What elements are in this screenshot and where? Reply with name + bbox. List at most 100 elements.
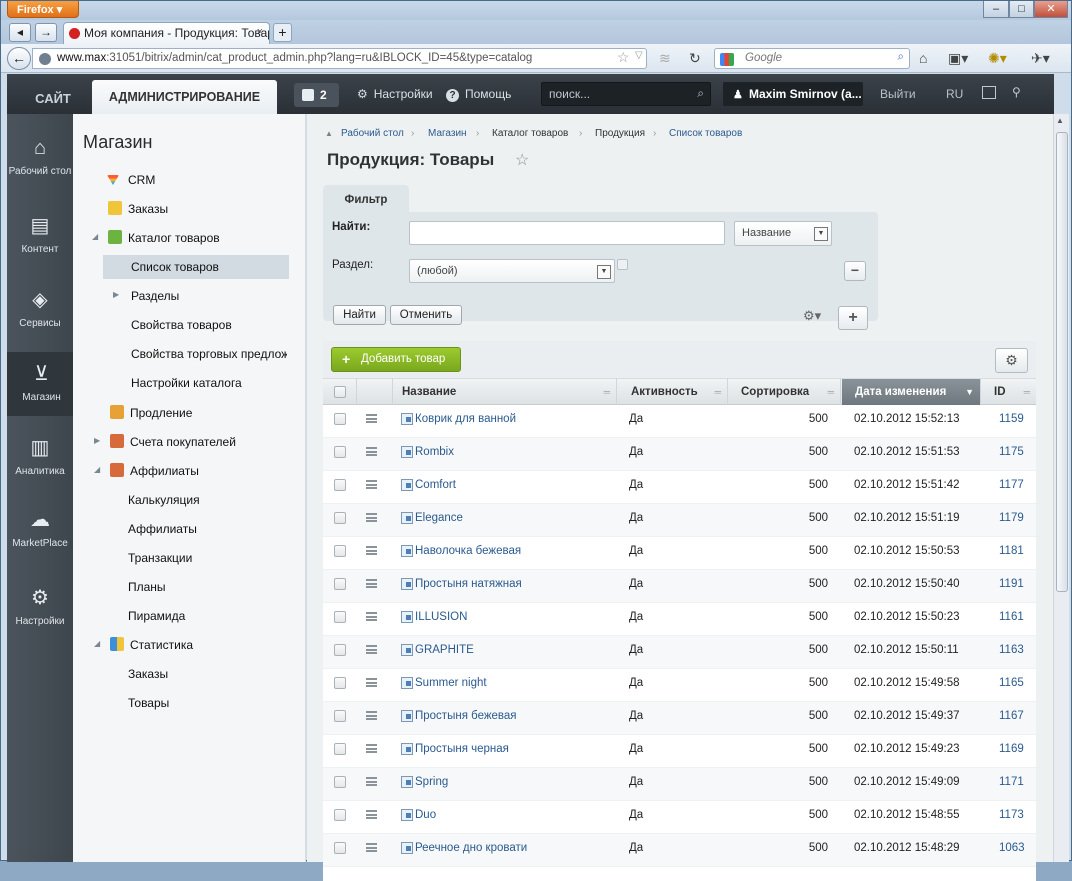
scrollbar-thumb[interactable] [1056,132,1068,592]
back-button[interactable]: ← [7,47,31,70]
find-button[interactable]: Найти [333,305,386,325]
row-actions-menu-icon[interactable] [366,645,377,654]
product-name-link[interactable]: Коврик для ванной [415,405,516,434]
row-actions-menu-icon[interactable] [366,513,377,522]
forward-button[interactable]: → [35,23,57,42]
row-checkbox[interactable] [334,446,346,458]
row-checkbox[interactable] [334,479,346,491]
minimize-button[interactable]: – [983,1,1009,18]
column-active[interactable]: Активность ═ [617,379,728,405]
product-name-link[interactable]: GRAPHITE [415,636,474,665]
section-checkbox[interactable] [617,259,628,270]
breadcrumb-products[interactable]: Продукция [595,128,645,139]
product-name-link[interactable]: Duo [415,801,436,830]
product-name-link[interactable]: Простыня черная [415,735,509,764]
expanded-arrow-icon[interactable]: ◢ [92,232,98,241]
filter-settings-gear-icon[interactable]: ⚙▾ [803,308,821,324]
product-name-link[interactable]: Простыня натяжная [415,570,522,599]
row-checkbox[interactable] [334,710,346,722]
table-row[interactable]: Comfort Да 500 02.10.2012 15:51:42 1177 [323,471,1036,504]
table-row[interactable]: Elegance Да 500 02.10.2012 15:51:19 1179 [323,504,1036,537]
maximize-button[interactable]: □ [1009,1,1034,18]
breadcrumb-product-list[interactable]: Список товаров [669,128,742,139]
submenu-item-product-properties[interactable]: Свойства товаров [131,318,232,332]
product-edit-icon[interactable] [401,512,413,524]
url-bar[interactable]: www.max:31051/bitrix/admin/cat_product_a… [32,48,647,69]
add-filter-button[interactable]: + [838,306,868,330]
product-edit-icon[interactable] [401,644,413,656]
product-name-link[interactable]: Comfort [415,471,456,500]
breadcrumb-catalog[interactable]: Каталог товаров [492,128,568,139]
firefox-menu-button[interactable]: Firefox ▾ [7,1,79,18]
submenu-item-pyramid[interactable]: Пирамида [128,609,185,623]
window-icon[interactable] [982,86,996,99]
left-menu-marketplace[interactable]: ☁ MarketPlace [7,508,73,549]
breadcrumb-desktop[interactable]: Рабочий стол [341,128,404,139]
product-edit-icon[interactable] [401,710,413,722]
bookmarks-icon[interactable]: ▣▾ [948,50,968,67]
product-name-link[interactable]: ILLUSION [415,603,467,632]
product-name-link[interactable]: Rombix [415,438,454,467]
table-row[interactable]: Простыня бежевая Да 500 02.10.2012 15:49:37… [323,702,1036,735]
table-row[interactable]: Rombix Да 500 02.10.2012 15:51:53 1175 [323,438,1036,471]
column-name[interactable]: Название ═ [393,379,617,405]
submenu-item-affiliates[interactable]: ◢ Аффилиаты [94,463,199,478]
product-edit-icon[interactable] [401,446,413,458]
left-menu-content[interactable]: ▤ Контент [7,214,73,255]
submenu-item-sections[interactable]: ▶ Разделы [113,289,179,303]
menu-icon[interactable]: ✈▾ [1031,50,1050,67]
product-edit-icon[interactable] [401,545,413,557]
product-edit-icon[interactable] [401,842,413,854]
product-name-link[interactable]: Реечное дно кровати [415,834,527,863]
product-edit-icon[interactable] [401,611,413,623]
collapsed-arrow-icon[interactable]: ▶ [94,436,100,445]
new-tab-button[interactable]: + [273,23,292,42]
admin-tab[interactable]: АДМИНИСТРИРОВАНИЕ [92,80,277,114]
product-name-link[interactable]: Elegance [415,504,463,533]
breadcrumb-shop[interactable]: Магазин [428,128,467,139]
row-checkbox[interactable] [334,842,346,854]
tab-close-icon[interactable]: × [257,26,263,38]
row-actions-menu-icon[interactable] [366,612,377,621]
row-checkbox[interactable] [334,809,346,821]
reload-icon[interactable]: ↻ [689,50,701,67]
pin-icon[interactable]: ⚲ [1012,85,1021,99]
collapsed-arrow-icon[interactable]: ▶ [113,290,119,299]
row-actions-menu-icon[interactable] [366,777,377,786]
left-menu-services[interactable]: ◈ Сервисы [7,288,73,329]
product-edit-icon[interactable] [401,743,413,755]
product-id-link[interactable]: 1161 [999,603,1024,632]
row-checkbox[interactable] [334,545,346,557]
user-menu[interactable]: ♟ Maxim Smirnov (a... [723,82,863,106]
left-menu-settings[interactable]: ⚙ Настройки [7,586,73,627]
product-name-link[interactable]: Summer night [415,669,487,698]
search-go-icon[interactable]: ⌕ [898,51,904,64]
table-row[interactable]: Summer night Да 500 02.10.2012 15:49:58 1165 [323,669,1036,702]
submenu-item-stat-orders[interactable]: Заказы [128,667,168,681]
speaker-icon[interactable]: ◂ [9,23,31,42]
product-name-link[interactable]: Spring [415,768,448,797]
vertical-scrollbar[interactable]: ▲ [1053,114,1069,862]
submenu-item-crm[interactable]: CRM [107,173,155,187]
row-checkbox[interactable] [334,644,346,656]
submenu-item-calculation[interactable]: Калькуляция [128,493,200,507]
expanded-arrow-icon[interactable]: ◢ [94,639,100,648]
row-actions-menu-icon[interactable] [366,546,377,555]
remove-filter-button[interactable]: − [844,261,866,281]
row-actions-menu-icon[interactable] [366,810,377,819]
product-edit-icon[interactable] [401,479,413,491]
notifications-button[interactable]: 2 [294,83,339,107]
product-name-link[interactable]: Наволочка бежевая [415,537,521,566]
scroll-up-icon[interactable]: ▲ [1056,116,1064,125]
product-id-link[interactable]: 1163 [999,636,1024,665]
web-search-box[interactable]: Google ⌕ [714,48,910,69]
expanded-arrow-icon[interactable]: ◢ [94,465,100,474]
table-row[interactable]: Простыня черная Да 500 02.10.2012 15:49:23 1… [323,735,1036,768]
product-id-link[interactable]: 1167 [999,702,1024,731]
row-actions-menu-icon[interactable] [366,480,377,489]
product-id-link[interactable]: 1173 [999,801,1024,830]
cancel-button[interactable]: Отменить [390,305,462,325]
table-row[interactable]: Коврик для ванной Да 500 02.10.2012 15:52:1… [323,405,1036,438]
product-edit-icon[interactable] [401,677,413,689]
product-edit-icon[interactable] [401,809,413,821]
